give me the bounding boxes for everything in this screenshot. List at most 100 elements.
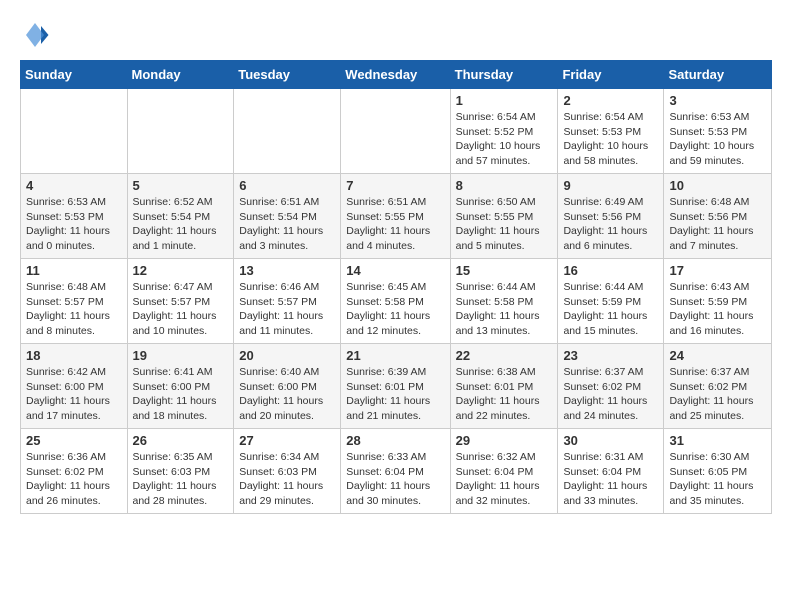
day-info: Sunrise: 6:51 AM Sunset: 5:54 PM Dayligh… [239,195,335,254]
calendar-cell: 23 Sunrise: 6:37 AM Sunset: 6:02 PM Dayli… [558,344,664,429]
day-info: Sunrise: 6:54 AM Sunset: 5:53 PM Dayligh… [563,110,658,169]
day-info: Sunrise: 6:49 AM Sunset: 5:56 PM Dayligh… [563,195,658,254]
day-info: Sunrise: 6:54 AM Sunset: 5:52 PM Dayligh… [456,110,553,169]
calendar-cell: 25 Sunrise: 6:36 AM Sunset: 6:02 PM Dayli… [21,429,128,514]
calendar-cell: 5 Sunrise: 6:52 AM Sunset: 5:54 PM Daylig… [127,174,234,259]
calendar-cell: 18 Sunrise: 6:42 AM Sunset: 6:00 PM Dayli… [21,344,128,429]
day-info: Sunrise: 6:52 AM Sunset: 5:54 PM Dayligh… [133,195,229,254]
day-number: 18 [26,348,122,363]
day-info: Sunrise: 6:44 AM Sunset: 5:59 PM Dayligh… [563,280,658,339]
calendar-cell: 22 Sunrise: 6:38 AM Sunset: 6:01 PM Dayli… [450,344,558,429]
calendar-cell: 6 Sunrise: 6:51 AM Sunset: 5:54 PM Daylig… [234,174,341,259]
calendar-cell: 26 Sunrise: 6:35 AM Sunset: 6:03 PM Dayli… [127,429,234,514]
calendar-week-4: 18 Sunrise: 6:42 AM Sunset: 6:00 PM Dayli… [21,344,772,429]
day-number: 15 [456,263,553,278]
day-number: 26 [133,433,229,448]
calendar-cell: 24Sunrise: 6:37 AM Sunset: 6:02 PM Dayli… [664,344,772,429]
day-info: Sunrise: 6:37 AM Sunset: 6:02 PM Dayligh… [669,365,766,424]
calendar-week-1: 1 Sunrise: 6:54 AM Sunset: 5:52 PM Daylig… [21,89,772,174]
day-info: Sunrise: 6:41 AM Sunset: 6:00 PM Dayligh… [133,365,229,424]
day-info: Sunrise: 6:39 AM Sunset: 6:01 PM Dayligh… [346,365,444,424]
calendar-cell: 8 Sunrise: 6:50 AM Sunset: 5:55 PM Daylig… [450,174,558,259]
day-number: 6 [239,178,335,193]
day-info: Sunrise: 6:47 AM Sunset: 5:57 PM Dayligh… [133,280,229,339]
day-number: 3 [669,93,766,108]
day-number: 7 [346,178,444,193]
column-header-monday: Monday [127,61,234,89]
calendar-cell [21,89,128,174]
day-number: 23 [563,348,658,363]
day-info: Sunrise: 6:37 AM Sunset: 6:02 PM Dayligh… [563,365,658,424]
column-header-thursday: Thursday [450,61,558,89]
day-info: Sunrise: 6:44 AM Sunset: 5:58 PM Dayligh… [456,280,553,339]
calendar-cell: 2 Sunrise: 6:54 AM Sunset: 5:53 PM Daylig… [558,89,664,174]
day-info: Sunrise: 6:40 AM Sunset: 6:00 PM Dayligh… [239,365,335,424]
day-number: 29 [456,433,553,448]
column-header-wednesday: Wednesday [341,61,450,89]
day-number: 25 [26,433,122,448]
day-number: 8 [456,178,553,193]
calendar-cell: 1 Sunrise: 6:54 AM Sunset: 5:52 PM Daylig… [450,89,558,174]
calendar-table: SundayMondayTuesdayWednesdayThursdayFrid… [20,60,772,514]
day-info: Sunrise: 6:45 AM Sunset: 5:58 PM Dayligh… [346,280,444,339]
calendar-cell: 14 Sunrise: 6:45 AM Sunset: 5:58 PM Dayli… [341,259,450,344]
calendar-cell: 15 Sunrise: 6:44 AM Sunset: 5:58 PM Dayli… [450,259,558,344]
day-number: 2 [563,93,658,108]
day-info: Sunrise: 6:43 AM Sunset: 5:59 PM Dayligh… [669,280,766,339]
calendar-cell: 10 Sunrise: 6:48 AM Sunset: 5:56 PM Dayli… [664,174,772,259]
day-number: 14 [346,263,444,278]
day-info: Sunrise: 6:50 AM Sunset: 5:55 PM Dayligh… [456,195,553,254]
calendar-cell: 28Sunrise: 6:33 AM Sunset: 6:04 PM Dayli… [341,429,450,514]
calendar-cell: 11Sunrise: 6:48 AM Sunset: 5:57 PM Dayli… [21,259,128,344]
day-info: Sunrise: 6:42 AM Sunset: 6:00 PM Dayligh… [26,365,122,424]
day-number: 16 [563,263,658,278]
day-number: 19 [133,348,229,363]
day-info: Sunrise: 6:48 AM Sunset: 5:56 PM Dayligh… [669,195,766,254]
calendar-cell: 12 Sunrise: 6:47 AM Sunset: 5:57 PM Dayli… [127,259,234,344]
calendar-cell: 30 Sunrise: 6:31 AM Sunset: 6:04 PM Dayli… [558,429,664,514]
column-header-sunday: Sunday [21,61,128,89]
day-number: 12 [133,263,229,278]
calendar-cell: 21 Sunrise: 6:39 AM Sunset: 6:01 PM Dayli… [341,344,450,429]
day-number: 1 [456,93,553,108]
page-header [20,20,772,50]
day-number: 21 [346,348,444,363]
calendar-cell: 31Sunrise: 6:30 AM Sunset: 6:05 PM Dayli… [664,429,772,514]
day-info: Sunrise: 6:30 AM Sunset: 6:05 PM Dayligh… [669,450,766,509]
day-info: Sunrise: 6:53 AM Sunset: 5:53 PM Dayligh… [26,195,122,254]
calendar-cell: 17 Sunrise: 6:43 AM Sunset: 5:59 PM Dayli… [664,259,772,344]
calendar-cell: 3Sunrise: 6:53 AM Sunset: 5:53 PM Daylig… [664,89,772,174]
day-number: 20 [239,348,335,363]
header-row: SundayMondayTuesdayWednesdayThursdayFrid… [21,61,772,89]
logo-icon [20,20,50,50]
calendar-cell: 7 Sunrise: 6:51 AM Sunset: 5:55 PM Daylig… [341,174,450,259]
day-info: Sunrise: 6:38 AM Sunset: 6:01 PM Dayligh… [456,365,553,424]
day-info: Sunrise: 6:31 AM Sunset: 6:04 PM Dayligh… [563,450,658,509]
day-number: 13 [239,263,335,278]
day-number: 9 [563,178,658,193]
day-number: 27 [239,433,335,448]
logo [20,20,54,50]
day-info: Sunrise: 6:32 AM Sunset: 6:04 PM Dayligh… [456,450,553,509]
day-number: 10 [669,178,766,193]
day-number: 5 [133,178,229,193]
day-number: 30 [563,433,658,448]
calendar-cell [234,89,341,174]
calendar-week-2: 4Sunrise: 6:53 AM Sunset: 5:53 PM Daylig… [21,174,772,259]
day-info: Sunrise: 6:51 AM Sunset: 5:55 PM Dayligh… [346,195,444,254]
day-info: Sunrise: 6:35 AM Sunset: 6:03 PM Dayligh… [133,450,229,509]
day-number: 28 [346,433,444,448]
day-number: 22 [456,348,553,363]
day-number: 11 [26,263,122,278]
calendar-cell: 29 Sunrise: 6:32 AM Sunset: 6:04 PM Dayli… [450,429,558,514]
calendar-cell: 4Sunrise: 6:53 AM Sunset: 5:53 PM Daylig… [21,174,128,259]
calendar-cell: 13 Sunrise: 6:46 AM Sunset: 5:57 PM Dayli… [234,259,341,344]
day-info: Sunrise: 6:46 AM Sunset: 5:57 PM Dayligh… [239,280,335,339]
calendar-cell: 20 Sunrise: 6:40 AM Sunset: 6:00 PM Dayli… [234,344,341,429]
calendar-cell [127,89,234,174]
calendar-cell: 9 Sunrise: 6:49 AM Sunset: 5:56 PM Daylig… [558,174,664,259]
day-number: 17 [669,263,766,278]
day-info: Sunrise: 6:36 AM Sunset: 6:02 PM Dayligh… [26,450,122,509]
calendar-cell: 27Sunrise: 6:34 AM Sunset: 6:03 PM Dayli… [234,429,341,514]
column-header-saturday: Saturday [664,61,772,89]
